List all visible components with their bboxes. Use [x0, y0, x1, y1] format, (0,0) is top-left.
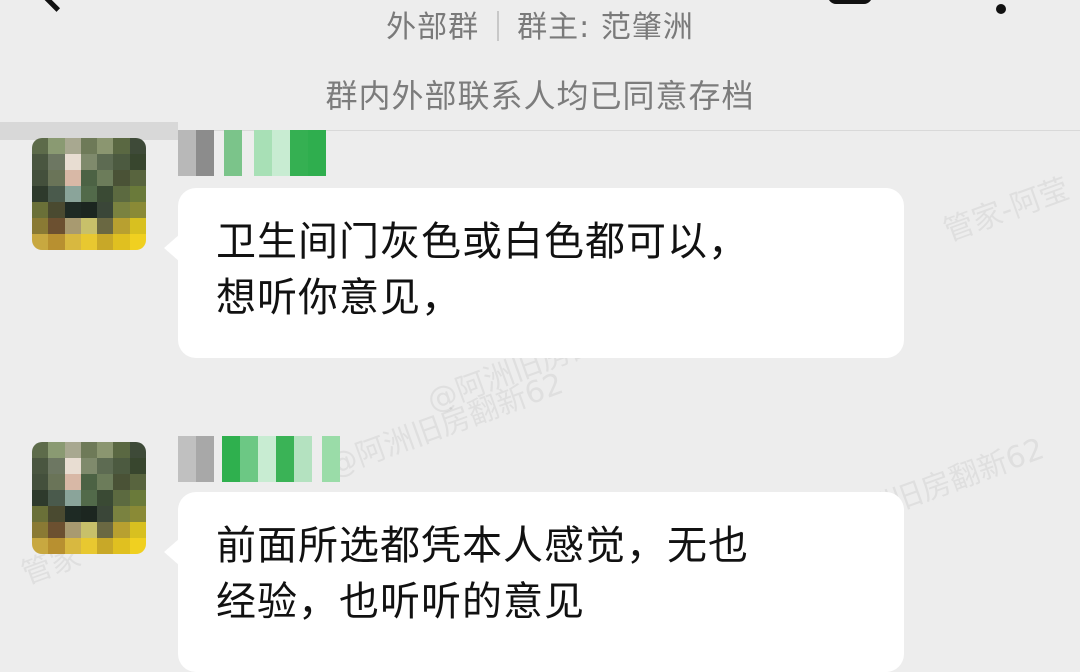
chat-title: 外部群 群主: 范肇洲: [0, 2, 1080, 46]
more-icon[interactable]: [996, 4, 1006, 14]
group-owner: 群主: 范肇洲: [517, 10, 694, 45]
message-line: 经验，也听听的意见: [216, 579, 585, 625]
sender-name-blurred: [178, 436, 340, 482]
message-line: 想听你意见，: [216, 275, 462, 321]
message-bubble[interactable]: 卫生间门灰色或白色都可以， 想听你意见，: [164, 188, 904, 358]
top-bar: 外部群 群主: 范肇洲: [0, 0, 1080, 60]
message-bubble[interactable]: 前面所选都凭本人感觉，无也 经验，也听听的意见: [164, 492, 904, 672]
message-line: 卫生间门灰色或白色都可以，: [216, 219, 749, 265]
watermark: 管家-阿莹: [939, 171, 1075, 250]
group-name: 外部群: [386, 10, 480, 45]
avatar[interactable]: [32, 442, 146, 554]
title-divider: [497, 11, 500, 41]
menu-icon[interactable]: [828, 0, 872, 4]
avatar[interactable]: [32, 138, 146, 250]
watermark: @阿洲旧房翻新62: [322, 366, 568, 485]
message-line: 前面所选都凭本人感觉，无也: [216, 523, 749, 569]
sender-name-blurred: [178, 130, 326, 176]
